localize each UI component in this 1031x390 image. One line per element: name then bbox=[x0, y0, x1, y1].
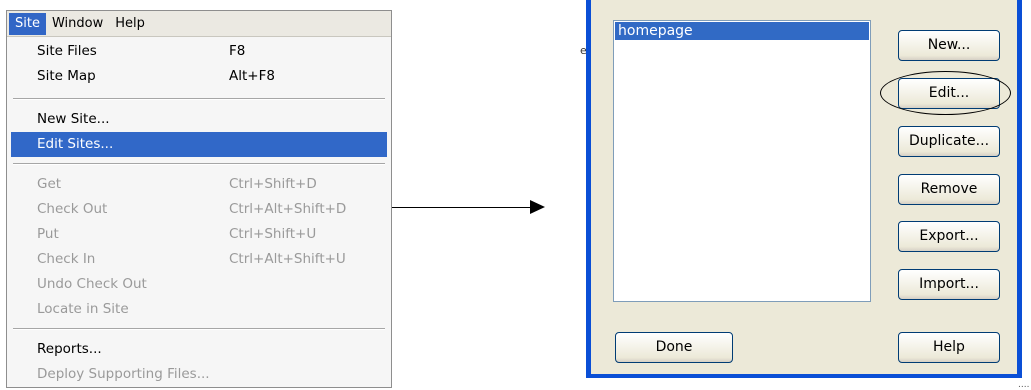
menu-item-label: New Site... bbox=[37, 111, 110, 127]
help-button[interactable]: Help bbox=[898, 332, 1000, 363]
menu-item-label: Edit Sites... bbox=[37, 136, 114, 152]
dialog-body: homepage New... Edit... Duplicate... Rem… bbox=[591, 0, 1017, 374]
menu-item-shortcut: Alt+F8 bbox=[229, 68, 275, 84]
menu-item-edit-sites[interactable]: Edit Sites... bbox=[11, 132, 387, 157]
menu-item-label: Site Map bbox=[37, 68, 96, 84]
menu-separator bbox=[13, 98, 385, 100]
remove-button[interactable]: Remove bbox=[898, 174, 1000, 205]
menu-item-shortcut: Ctrl+Shift+U bbox=[229, 226, 317, 242]
menu-item-label: Get bbox=[37, 176, 62, 192]
menu-item-new-site[interactable]: New Site... bbox=[7, 107, 391, 132]
import-button[interactable]: Import... bbox=[898, 269, 1000, 300]
menu-item-get: Get Ctrl+Shift+D bbox=[7, 172, 391, 197]
edit-button-highlight-ellipse bbox=[880, 71, 1011, 115]
menu-item-label: Locate in Site bbox=[37, 301, 129, 317]
menu-separator bbox=[13, 163, 385, 165]
new-button[interactable]: New... bbox=[898, 30, 1000, 61]
menu-item-shortcut: Ctrl+Alt+Shift+U bbox=[229, 251, 346, 267]
site-menu: Site Window Help Site Files F8 Site Map … bbox=[6, 10, 392, 388]
menu-item-check-out: Check Out Ctrl+Alt+Shift+D bbox=[7, 197, 391, 222]
menu-item-label: Put bbox=[37, 226, 59, 242]
sites-listbox[interactable]: homepage bbox=[613, 20, 871, 302]
menu-item-site-map[interactable]: Site Map Alt+F8 bbox=[7, 64, 391, 89]
menu-item-label: Check In bbox=[37, 251, 96, 267]
menubar-window[interactable]: Window bbox=[46, 13, 109, 35]
menu-item-put: Put Ctrl+Shift+U bbox=[7, 222, 391, 247]
menu-item-deploy-supporting-files: Deploy Supporting Files... bbox=[7, 362, 391, 387]
edit-sites-dialog: homepage New... Edit... Duplicate... Rem… bbox=[586, 0, 1022, 378]
menu-item-label: Check Out bbox=[37, 201, 108, 217]
menu-item-shortcut: Ctrl+Shift+D bbox=[229, 176, 317, 192]
menu-separator bbox=[13, 328, 385, 330]
menubar: Site Window Help bbox=[7, 11, 391, 37]
menu-item-site-files[interactable]: Site Files F8 bbox=[7, 39, 391, 64]
menu-item-shortcut: F8 bbox=[229, 43, 246, 59]
menu-item-shortcut: Ctrl+Alt+Shift+D bbox=[229, 201, 347, 217]
done-button[interactable]: Done bbox=[615, 332, 733, 363]
menubar-help[interactable]: Help bbox=[109, 13, 151, 35]
stray-dots: .... bbox=[1018, 380, 1030, 390]
menu-item-label: Site Files bbox=[37, 43, 97, 59]
arrow-head-icon bbox=[530, 200, 545, 214]
arrow-line bbox=[392, 207, 532, 208]
menu-item-label: Undo Check Out bbox=[37, 276, 147, 292]
menu-item-check-in: Check In Ctrl+Alt+Shift+U bbox=[7, 247, 391, 272]
menubar-site[interactable]: Site bbox=[9, 12, 46, 35]
menu-item-label: Deploy Supporting Files... bbox=[37, 366, 210, 382]
menu-item-reports[interactable]: Reports... bbox=[7, 337, 391, 362]
site-list-item[interactable]: homepage bbox=[615, 22, 869, 40]
duplicate-button[interactable]: Duplicate... bbox=[898, 126, 1000, 157]
export-button[interactable]: Export... bbox=[898, 221, 1000, 252]
menu-item-label: Reports... bbox=[37, 341, 102, 357]
menu-item-undo-check-out: Undo Check Out bbox=[7, 272, 391, 297]
menu-item-locate-in-site: Locate in Site bbox=[7, 297, 391, 322]
